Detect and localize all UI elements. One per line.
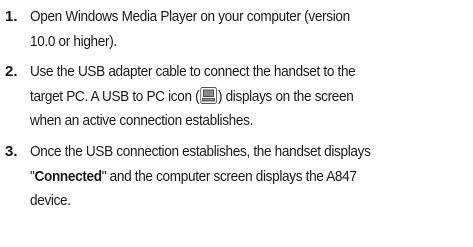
step-line: "Connected" and the computer screen disp…	[30, 165, 471, 190]
step-line: 10.0 or higher).	[30, 33, 117, 50]
step-line: device.	[30, 193, 71, 210]
step-line: Open Windows Media Player on your comput…	[30, 9, 350, 25]
step-line-part: " and the computer screen displays the A…	[101, 168, 357, 185]
step-text: Use the USB adapter cable to connect the…	[30, 60, 471, 134]
connected-status-text: Connected	[34, 168, 103, 185]
step-line-part: target PC. A USB to PC icon (	[30, 88, 200, 105]
instruction-document: 1. Open Windows Media Player on your com…	[0, 0, 473, 247]
step-number: 1.	[5, 8, 18, 25]
step-line: Once the USB connection establishes, the…	[30, 144, 371, 160]
usb-to-pc-icon	[200, 86, 218, 104]
step-text: Open Windows Media Player on your comput…	[30, 5, 471, 54]
step-number: 2.	[5, 63, 18, 80]
step-line: when an active connection establishes.	[30, 113, 254, 130]
step-line: target PC. A USB to PC icon ( ) displays…	[30, 85, 471, 110]
step-line-part: ) displays on the screen	[217, 88, 354, 105]
step-line: Use the USB adapter cable to connect the…	[30, 64, 356, 80]
step-number: 3.	[5, 143, 18, 160]
step-text: Once the USB connection establishes, the…	[30, 140, 471, 214]
